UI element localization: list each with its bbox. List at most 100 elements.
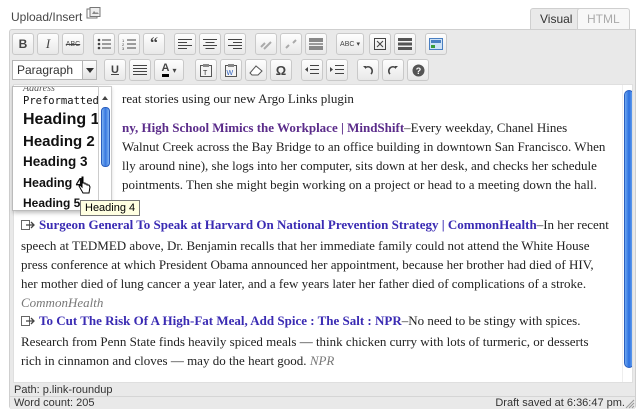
blockquote-button[interactable]: “	[143, 33, 165, 55]
pointer-cursor-icon	[78, 176, 91, 194]
draft-saved-status: Draft saved at 6:36:47 pm.	[495, 397, 625, 409]
unlink-icon	[285, 39, 297, 49]
fullscreen-button[interactable]	[369, 33, 391, 55]
add-media-icon[interactable]	[86, 7, 101, 21]
format-dropdown-scrollbar[interactable]	[98, 86, 112, 211]
align-center-icon	[203, 39, 217, 49]
upload-insert-label: Upload/Insert	[11, 10, 83, 24]
numbered-list-icon: 123	[122, 38, 136, 50]
align-left-button[interactable]	[174, 33, 196, 55]
justify-icon	[133, 65, 147, 75]
indent-button[interactable]	[326, 59, 348, 81]
kitchen-sink-icon	[398, 38, 412, 50]
bold-button[interactable]: B	[12, 33, 34, 55]
numbered-list-button[interactable]: 123	[118, 33, 140, 55]
item-line: pointments. Then she might begin working…	[122, 177, 597, 192]
format-select[interactable]: Paragraph	[12, 60, 97, 80]
strikethrough-button[interactable]: ABC	[62, 33, 84, 55]
align-left-icon	[178, 39, 192, 49]
item-link[interactable]: Surgeon General To Speak at Harvard On N…	[39, 217, 537, 232]
svg-text:?: ?	[415, 66, 421, 76]
insert-link-button[interactable]	[255, 33, 277, 55]
item-source: NPR	[309, 353, 335, 368]
chevron-down-icon: ▾	[172, 65, 177, 75]
outdent-button[interactable]	[301, 59, 323, 81]
scrollbar-thumb[interactable]	[101, 107, 110, 167]
external-link-icon	[21, 313, 39, 332]
item-line: Walnut Creek across the Bay Bridge to an…	[122, 139, 606, 154]
tooltip: Heading 4	[80, 200, 141, 216]
remove-format-button[interactable]	[245, 59, 267, 81]
fullscreen-icon	[374, 38, 386, 50]
link-item: ny, High School Mimics the Workplace | M…	[122, 118, 612, 137]
chevron-down-icon: ▾	[356, 41, 360, 48]
spellcheck-button[interactable]: ABC ▾	[336, 33, 364, 55]
special-character-button[interactable]: Ω	[270, 59, 292, 81]
undo-icon	[363, 65, 374, 75]
link-item: Surgeon General To Speak at Harvard On N…	[21, 215, 609, 312]
item-link[interactable]: To Cut The Risk Of A High-Fat Meal, Add …	[39, 313, 402, 328]
spellcheck-label: ABC	[340, 40, 355, 48]
bullet-list-icon	[97, 38, 111, 50]
format-option-preformatted[interactable]: Preformatted	[23, 95, 99, 107]
svg-text:W: W	[227, 70, 234, 77]
align-right-button[interactable]	[224, 33, 246, 55]
help-icon: ?	[412, 64, 424, 76]
item-link[interactable]: ny, High School Mimics the Workplace | M…	[122, 120, 404, 135]
link-icon	[260, 41, 272, 50]
indent-icon	[330, 65, 344, 74]
link-item: To Cut The Risk Of A High-Fat Meal, Add …	[21, 311, 609, 370]
clipboard-icon: T	[200, 63, 212, 77]
format-option-heading-3[interactable]: Heading 3	[23, 154, 88, 169]
editor-footer: Word count: 205 Draft saved at 6:36:47 p…	[10, 396, 635, 409]
redo-button[interactable]	[382, 59, 404, 81]
format-option-heading-1[interactable]: Heading 1	[23, 111, 99, 129]
scrollbar-thumb[interactable]	[624, 90, 632, 368]
format-option-address[interactable]: Address	[23, 87, 55, 94]
format-select-value: Paragraph	[17, 63, 74, 77]
align-center-button[interactable]	[199, 33, 221, 55]
argo-links-button[interactable]	[425, 33, 447, 55]
resize-handle-icon[interactable]	[625, 399, 635, 409]
argo-links-icon	[429, 38, 443, 50]
undo-button[interactable]	[357, 59, 379, 81]
text-color-label: A	[161, 63, 170, 77]
format-option-heading-2[interactable]: Heading 2	[23, 133, 95, 150]
item-source: CommonHealth	[21, 295, 104, 310]
outdent-icon	[305, 65, 319, 74]
svg-text:3: 3	[122, 46, 125, 50]
italic-button[interactable]: I	[37, 33, 59, 55]
italic-label: I	[45, 36, 51, 51]
format-option-heading-5[interactable]: Heading 5	[23, 196, 80, 210]
format-dropdown: Address Preformatted Heading 1 Heading 2…	[12, 86, 110, 211]
align-right-icon	[228, 39, 242, 49]
text-color-button[interactable]: A ▾	[154, 59, 184, 81]
underline-button[interactable]: U	[104, 59, 126, 81]
tab-html[interactable]: HTML	[577, 8, 630, 30]
help-button[interactable]: ?	[407, 59, 429, 81]
editor-header: Upload/Insert Visual HTML	[0, 0, 640, 30]
paste-word-icon: W	[225, 63, 237, 77]
paste-word-button[interactable]: W	[220, 59, 242, 81]
external-link-icon	[21, 217, 39, 236]
item-line: lly around nine), she logs into her comp…	[122, 158, 597, 173]
tab-visual[interactable]: Visual	[530, 8, 583, 30]
redo-icon	[387, 65, 398, 75]
unlink-button[interactable]	[280, 33, 302, 55]
element-path: Path: p.link-roundup	[10, 383, 635, 397]
item-text: –Every weekday, Chanel Hines	[404, 120, 568, 135]
intro-line: reat stories using our new Argo Links pl…	[122, 91, 354, 106]
chevron-down-icon[interactable]	[82, 61, 96, 79]
bullet-list-button[interactable]	[93, 33, 115, 55]
eraser-icon	[249, 65, 263, 76]
kitchen-sink-button[interactable]	[394, 33, 416, 55]
paste-text-button[interactable]: T	[195, 59, 217, 81]
insert-more-button[interactable]	[305, 33, 327, 55]
quote-icon: “	[150, 35, 158, 52]
format-option-heading-4[interactable]: Heading 4	[23, 176, 83, 190]
justify-button[interactable]	[129, 59, 151, 81]
content-scrollbar[interactable]	[622, 85, 632, 382]
bold-label: B	[18, 37, 28, 51]
svg-text:T: T	[203, 70, 208, 77]
scroll-up-icon[interactable]	[102, 96, 108, 100]
